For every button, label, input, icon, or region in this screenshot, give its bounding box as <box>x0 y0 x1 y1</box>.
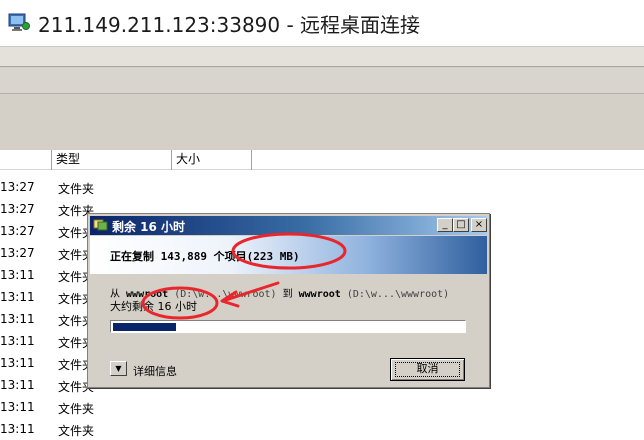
file-row[interactable]: 13:11 文件夹 <box>0 396 644 418</box>
menu-bar <box>0 47 644 67</box>
toolbar-area <box>0 95 644 151</box>
focus-rectangle <box>395 362 460 377</box>
file-time: 13:11 <box>0 400 35 414</box>
column-date[interactable] <box>0 150 52 170</box>
file-type: 文件夹 <box>58 182 95 196</box>
file-time: 13:27 <box>0 224 35 238</box>
rdp-titlebar: 211.149.211.123:33890 - 远程桌面连接 <box>0 0 644 46</box>
file-time: 13:11 <box>0 422 35 436</box>
file-time: 13:11 <box>0 268 35 282</box>
file-time: 13:27 <box>0 246 35 260</box>
copy-progress-dialog: 剩余 16 小时 _ □ × 正在复制 143,889 个项目(223 MB) … <box>87 213 490 388</box>
maximize-button[interactable]: □ <box>453 218 469 232</box>
column-size-label: 大小 <box>176 152 201 166</box>
copy-icon <box>93 219 108 231</box>
to-path: (D:\w...\wwwroot) <box>346 289 450 300</box>
column-size[interactable]: 大小 <box>172 150 252 170</box>
to-label: 到 <box>282 289 293 300</box>
column-type[interactable]: 类型 <box>52 150 172 170</box>
details-label[interactable]: 详细信息 <box>133 363 177 379</box>
file-type: 文件夹 <box>58 402 95 416</box>
explorer-toolbar <box>0 46 644 151</box>
file-time: 13:27 <box>0 202 35 216</box>
file-time: 13:11 <box>0 356 35 370</box>
file-time: 13:27 <box>0 180 35 194</box>
copy-status-text: 正在复制 143,889 个项目(223 MB) <box>110 250 300 263</box>
address-bar <box>0 68 644 94</box>
file-time: 13:11 <box>0 290 35 304</box>
window-title: 211.149.211.123:33890 - 远程桌面连接 <box>38 13 421 37</box>
file-time: 13:11 <box>0 378 35 392</box>
file-time: 13:11 <box>0 312 35 326</box>
time-remaining-text: 大约剩余 16 小时 <box>110 300 197 313</box>
cancel-button[interactable]: 取消 <box>390 358 465 381</box>
column-type-label: 类型 <box>56 152 81 166</box>
copy-progress-bar <box>110 320 466 333</box>
file-list-header: 类型 大小 <box>0 150 644 170</box>
progress-fill <box>113 323 176 331</box>
close-button[interactable]: × <box>471 218 487 232</box>
file-row[interactable]: 13:27 文件夹 <box>0 176 644 198</box>
file-time: 13:11 <box>0 334 35 348</box>
dialog-title: 剩余 16 小时 <box>112 220 186 234</box>
file-row[interactable]: 13:11 文件夹 <box>0 418 644 440</box>
expand-details-button[interactable]: ▼ <box>110 361 127 376</box>
dialog-titlebar[interactable]: 剩余 16 小时 _ □ × <box>90 216 487 235</box>
minimize-button[interactable]: _ <box>437 218 453 232</box>
copy-banner: 正在复制 143,889 个项目(223 MB) <box>90 236 487 274</box>
to-folder-link[interactable]: wwwroot <box>299 289 341 300</box>
remote-desktop-icon <box>8 13 30 31</box>
file-type: 文件夹 <box>58 424 95 438</box>
